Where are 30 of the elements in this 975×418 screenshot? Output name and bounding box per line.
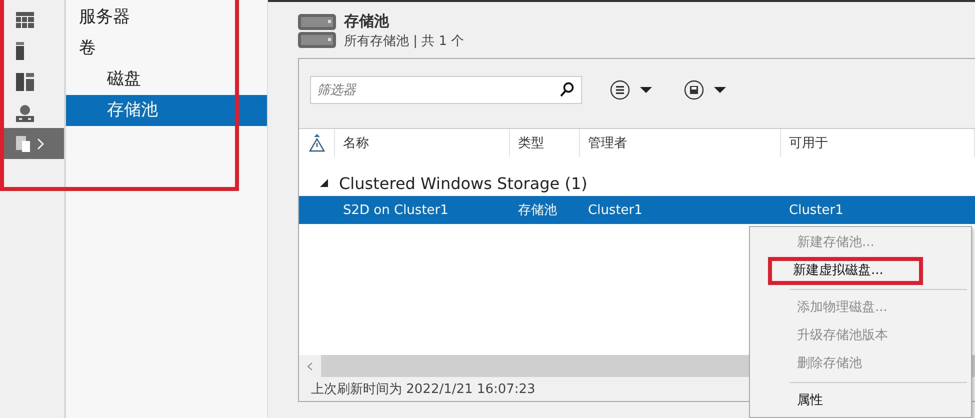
column-header[interactable]: 可用于 <box>789 134 828 152</box>
column-header[interactable]: 管理者 <box>588 134 627 152</box>
storage-icon <box>298 12 336 50</box>
table-icon <box>16 12 34 28</box>
network-server-icon <box>16 104 34 122</box>
tiles-icon <box>16 72 34 90</box>
warning-sort-icon[interactable] <box>309 134 325 152</box>
column-header[interactable]: 类型 <box>518 134 544 152</box>
nav-item[interactable]: 服务器 <box>66 2 267 33</box>
table-cell: Cluster1 <box>789 202 844 218</box>
column-header[interactable]: 名称 <box>343 134 369 152</box>
nav-item[interactable]: 卷 <box>66 33 267 64</box>
status-text: 上次刷新时间为 2022/1/21 16:07:23 <box>311 381 536 398</box>
menu-item[interactable]: 新建虚拟磁盘... <box>768 257 923 285</box>
table-cell: Cluster1 <box>588 202 642 218</box>
table-row[interactable]: S2D on Cluster1 存储池 Cluster1 Cluster1 <box>299 196 975 224</box>
collapse-icon[interactable] <box>319 178 329 188</box>
nav-item[interactable]: 磁盘 <box>66 64 267 95</box>
nav-item[interactable]: 存储池 <box>66 95 267 126</box>
page-title: 存储池 <box>344 12 390 31</box>
server-icon <box>16 42 24 60</box>
search-icon[interactable] <box>560 82 574 97</box>
page-subtitle: 所有存储池 | 共 1 个 <box>344 33 464 50</box>
scroll-left-icon[interactable] <box>307 362 313 370</box>
files-icon <box>16 136 46 152</box>
menu-item[interactable]: 属性 <box>750 387 971 415</box>
table-cell: 存储池 <box>518 203 557 218</box>
filter-field[interactable]: 筛选器 <box>310 76 582 104</box>
group-label: Clustered Windows Storage (1) <box>339 174 588 192</box>
table-cell: S2D on Cluster1 <box>343 202 448 218</box>
